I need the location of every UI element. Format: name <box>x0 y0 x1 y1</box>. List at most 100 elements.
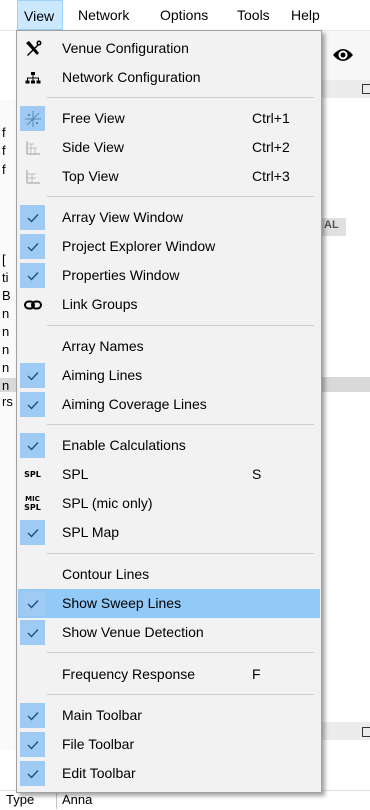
property-name: Type <box>6 792 35 807</box>
menu-separator <box>47 97 314 98</box>
menu-tools[interactable]: Tools <box>231 0 276 30</box>
menu-separator <box>47 424 314 425</box>
menu-item-label: SPL (mic only) <box>62 495 153 511</box>
checkmark-icon <box>20 234 45 259</box>
menu-item-label: Show Sweep Lines <box>62 595 182 611</box>
menu-help[interactable]: Help <box>285 0 326 30</box>
al-badge: AL <box>324 219 339 231</box>
bg-glyph: B <box>2 288 11 303</box>
checkmark-icon <box>20 205 45 230</box>
menu-item-spl[interactable]: SPL SPL S <box>18 460 320 489</box>
checkmark-icon <box>20 392 45 417</box>
menu-item-label: Link Groups <box>62 296 138 312</box>
menu-item-label: Enable Calculations <box>62 437 186 453</box>
menu-item-label: Frequency Response <box>62 666 196 682</box>
view-menu: Venue Configuration Network Configuratio… <box>16 30 322 793</box>
bg-glyph: rs <box>2 394 13 409</box>
menu-item-network-configuration[interactable]: Network Configuration <box>18 63 320 92</box>
menu-item-spl-mic-only[interactable]: MIC SPL SPL (mic only) <box>18 489 320 518</box>
network-icon <box>20 65 45 90</box>
menu-item-label: Project Explorer Window <box>62 238 216 254</box>
bg-glyph: f <box>2 143 6 158</box>
menu-view[interactable]: View <box>17 0 63 30</box>
menu-item-label: SPL <box>62 466 89 482</box>
bg-glyph: f <box>2 125 6 140</box>
menu-item-shortcut: Ctrl+3 <box>252 168 290 184</box>
menu-item-aiming-coverage-lines[interactable]: Aiming Coverage Lines <box>18 390 320 419</box>
checkmark-icon <box>20 363 45 388</box>
menu-separator <box>47 196 314 197</box>
empty-gutter <box>20 562 45 587</box>
menu-item-shortcut: S <box>252 466 262 482</box>
menu-item-array-view-window[interactable]: Array View Window <box>18 203 320 232</box>
menu-item-array-names[interactable]: Array Names <box>18 332 320 361</box>
bg-glyph: ti <box>2 270 9 285</box>
menu-item-properties-window[interactable]: Properties Window <box>18 261 320 290</box>
spl-icon: SPL <box>24 470 41 479</box>
checkmark-icon <box>20 263 45 288</box>
menu-separator <box>47 325 314 326</box>
menu-item-free-view[interactable]: Free View Ctrl+1 <box>18 104 320 133</box>
pin-icon-bottom[interactable] <box>362 727 370 737</box>
menu-item-label: Aiming Coverage Lines <box>62 396 207 412</box>
menu-separator <box>47 652 314 653</box>
menu-item-show-venue-detection[interactable]: Show Venue Detection <box>18 618 320 647</box>
top-view-icon <box>20 164 45 189</box>
menu-item-spl-map[interactable]: SPL Map <box>18 518 320 547</box>
menu-item-main-toolbar[interactable]: Main Toolbar <box>18 701 320 730</box>
menu-item-contour-lines[interactable]: Contour Lines <box>18 560 320 589</box>
menu-item-link-groups[interactable]: Link Groups <box>18 290 320 319</box>
menu-item-side-view[interactable]: Side View Ctrl+2 <box>18 133 320 162</box>
tools-icon <box>20 36 45 61</box>
menu-item-label: Network Configuration <box>62 69 201 85</box>
menu-item-top-view[interactable]: Top View Ctrl+3 <box>18 162 320 191</box>
bg-glyph: f <box>2 162 6 177</box>
property-value[interactable]: Anna <box>62 792 92 807</box>
menu-separator <box>47 553 314 554</box>
menu-item-project-explorer-window[interactable]: Project Explorer Window <box>18 232 320 261</box>
menu-item-aiming-lines[interactable]: Aiming Lines <box>18 361 320 390</box>
menu-item-label: Top View <box>62 168 119 184</box>
menu-item-file-toolbar[interactable]: File Toolbar <box>18 730 320 759</box>
menu-item-venue-configuration[interactable]: Venue Configuration <box>18 34 320 63</box>
menu-item-label: Edit Toolbar <box>62 765 136 781</box>
menu-bar: View Network Options Tools Help <box>0 0 370 31</box>
link-icon <box>20 292 45 317</box>
menu-item-frequency-response[interactable]: Frequency Response F <box>18 660 320 689</box>
menu-network[interactable]: Network <box>72 0 135 30</box>
bg-glyph: [ <box>2 252 6 267</box>
pin-icon[interactable] <box>362 84 370 94</box>
menu-item-label: Array Names <box>62 338 144 354</box>
menu-separator <box>47 694 314 695</box>
menu-item-show-sweep-lines[interactable]: Show Sweep Lines <box>18 589 320 618</box>
menu-item-label: Array View Window <box>62 209 184 225</box>
eye-icon[interactable] <box>332 44 354 66</box>
bg-glyph: n <box>2 378 10 393</box>
menu-options[interactable]: Options <box>154 0 214 30</box>
selected-row <box>322 377 370 392</box>
side-view-icon <box>20 135 45 160</box>
menu-item-label: Properties Window <box>62 267 180 283</box>
empty-gutter <box>20 662 45 687</box>
free-view-icon <box>20 106 45 131</box>
bg-glyph: n <box>2 342 10 357</box>
menu-item-label: Contour Lines <box>62 566 150 582</box>
menu-item-enable-calculations[interactable]: Enable Calculations <box>18 431 320 460</box>
checkmark-icon <box>20 703 45 728</box>
checkmark-icon <box>20 761 45 786</box>
checkmark-icon <box>20 520 45 545</box>
left-panel <box>0 100 16 750</box>
menu-item-shortcut: F <box>252 666 261 682</box>
bg-glyph: n <box>2 360 10 375</box>
checkmark-icon <box>20 433 45 458</box>
menu-item-label: File Toolbar <box>62 736 135 752</box>
menu-item-label: Aiming Lines <box>62 367 143 383</box>
spl-mic-icon: MIC SPL <box>24 494 41 512</box>
empty-gutter <box>20 334 45 359</box>
menu-item-label: Show Venue Detection <box>62 624 204 640</box>
checkmark-icon <box>20 732 45 757</box>
checkmark-icon <box>20 591 45 616</box>
menu-item-edit-toolbar[interactable]: Edit Toolbar <box>18 759 320 788</box>
menu-item-label: Free View <box>62 110 125 126</box>
menu-item-label: Side View <box>62 139 125 155</box>
